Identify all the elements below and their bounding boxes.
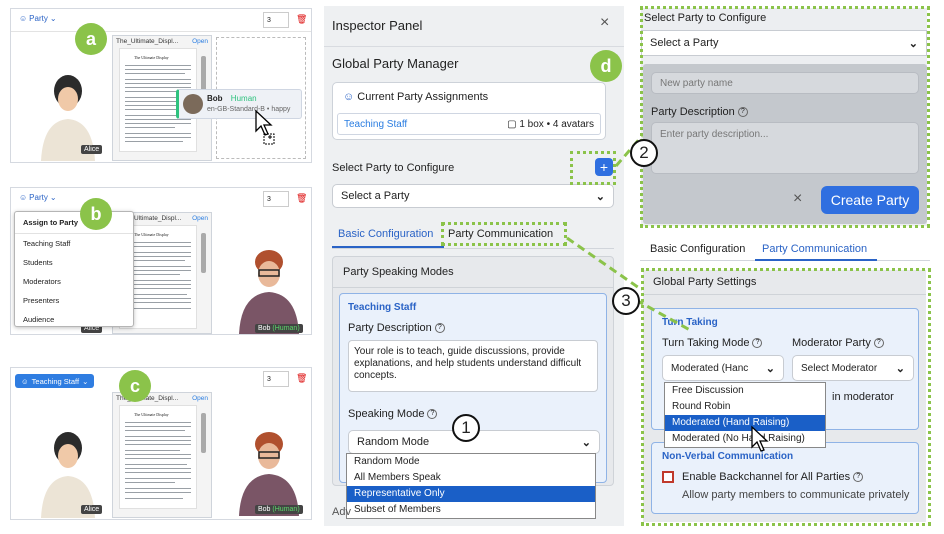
step-3-marker: 3 [612,287,640,315]
step-2-marker: 2 [630,139,658,167]
connector-lines [566,135,691,332]
